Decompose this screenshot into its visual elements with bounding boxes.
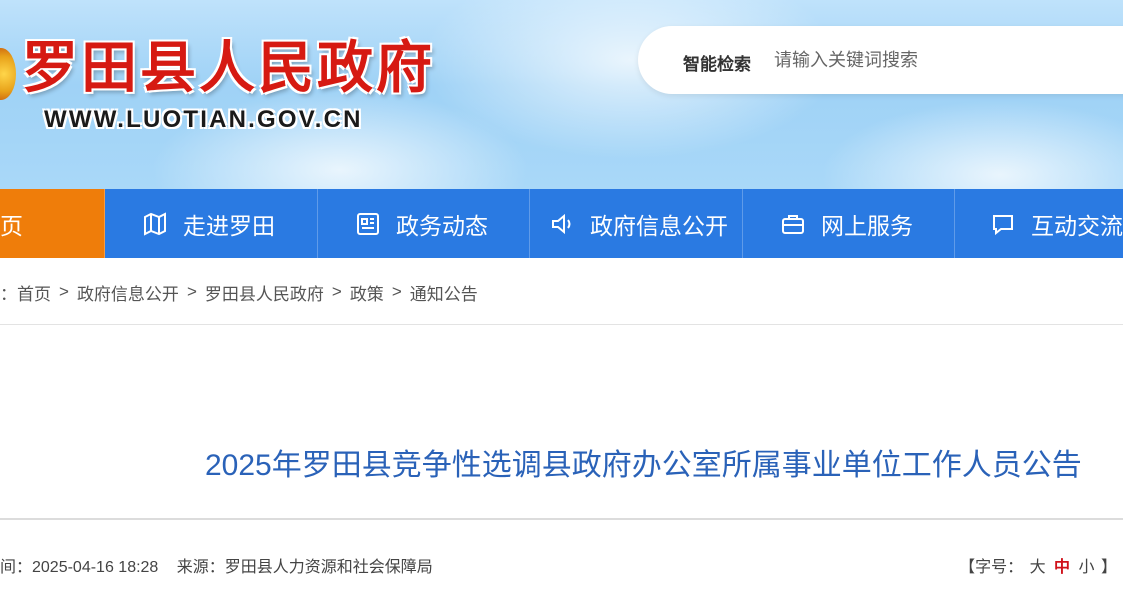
breadcrumb-separator: > [391, 282, 402, 301]
publish-time: 间：2025-04-16 18:28 [0, 559, 159, 576]
nav-item-label: 政务动态 [396, 212, 488, 239]
chat-icon [989, 210, 1017, 238]
main-nav: 页 走进罗田 政务动态 政府信息公开 网上服务 互动交流 [0, 189, 1123, 258]
header-banner: 罗田县人民政府 WWW.LUOTIAN.GOV.CN 智能检索 [0, 0, 1123, 189]
nav-item-label: 页 [0, 212, 23, 239]
speaker-icon [548, 210, 576, 238]
nav-item-label: 网上服务 [821, 212, 913, 239]
search-input[interactable] [774, 44, 1114, 76]
site-title[interactable]: 罗田县人民政府 [22, 36, 435, 100]
breadcrumb-separator: > [331, 282, 342, 301]
emblem-logo [0, 48, 16, 100]
nav-item-label: 政府信息公开 [590, 212, 728, 239]
breadcrumb-info-public[interactable]: 政府信息公开 [77, 280, 179, 305]
article-title: 2025年罗田县竞争性选调县政府办公室所属事业单位工作人员公告 [205, 449, 1082, 482]
nav-item-label: 互动交流 [1031, 212, 1123, 239]
breadcrumb-separator: > [59, 282, 69, 301]
font-size-prefix: 【字号： [959, 559, 1024, 576]
nav-item-news[interactable]: 政务动态 [318, 189, 530, 258]
font-size-large-button[interactable]: 大 [1030, 559, 1046, 576]
breadcrumb-policy[interactable]: 政策 [350, 280, 384, 305]
news-icon [354, 210, 382, 238]
breadcrumb-separator: > [186, 282, 197, 301]
divider [0, 518, 1123, 520]
nav-item-about[interactable]: 走进罗田 [105, 189, 318, 258]
map-icon [141, 210, 169, 238]
site-url: WWW.LUOTIAN.GOV.CN [44, 106, 363, 133]
breadcrumb-gov[interactable]: 罗田县人民政府 [205, 280, 324, 305]
article-meta: 间：2025-04-16 18:28 来源：罗田县人力资源和社会保障局 [0, 553, 447, 577]
breadcrumb: ： 首页 > 政府信息公开 > 罗田县人民政府 > 政策 > 通知公告 [0, 278, 478, 306]
font-size-switcher: 【字号： 大 中 小 】 [959, 553, 1117, 577]
nav-item-info-public[interactable]: 政府信息公开 [530, 189, 743, 258]
breadcrumb-notice[interactable]: 通知公告 [410, 280, 478, 305]
font-size-small-button[interactable]: 小 [1079, 559, 1095, 576]
search-box: 智能检索 [638, 26, 1123, 94]
breadcrumb-prefix: ： [0, 284, 17, 304]
briefcase-icon [779, 210, 807, 238]
nav-item-interaction[interactable]: 互动交流 [955, 189, 1123, 258]
nav-item-label: 走进罗田 [183, 212, 275, 239]
nav-item-online-service[interactable]: 网上服务 [743, 189, 955, 258]
search-label: 智能检索 [683, 55, 751, 74]
article-source: 来源：罗田县人力资源和社会保障局 [176, 559, 433, 576]
font-size-medium-button[interactable]: 中 [1054, 559, 1070, 576]
nav-item-home[interactable]: 页 [0, 189, 105, 258]
breadcrumb-home[interactable]: 首页 [17, 280, 51, 305]
font-size-suffix: 】 [1100, 559, 1117, 576]
divider [0, 324, 1123, 325]
